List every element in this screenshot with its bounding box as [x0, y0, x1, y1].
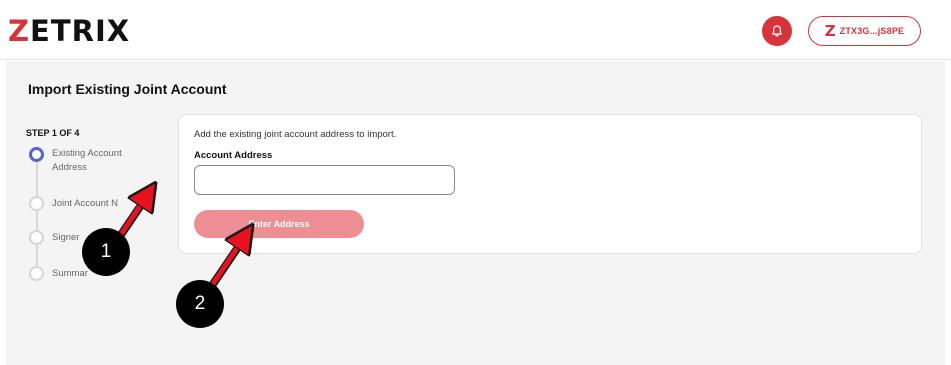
step-label-existing-account-address: Existing Account Address — [52, 148, 122, 173]
account-address-input[interactable] — [194, 165, 455, 195]
account-address-label: Account Address — [194, 150, 273, 161]
stepper-connector-line — [36, 162, 38, 274]
bell-icon — [772, 25, 782, 37]
step-label-signers: Signer — [52, 232, 80, 243]
wallet-address-button[interactable]: Z ZTX3G...jS8PE — [808, 16, 921, 46]
zetrix-logo[interactable]: ZETRIX — [8, 14, 130, 48]
step-indicator-4 — [29, 266, 44, 281]
step-indicator-2 — [29, 196, 44, 211]
form-description: Add the existing joint account address t… — [194, 129, 397, 140]
top-header: ZETRIX Z ZTX3G...jS8PE — [0, 0, 951, 60]
annotation-badge-1: 1 — [82, 228, 130, 276]
step-counter: STEP 1 OF 4 — [26, 128, 80, 138]
page-title: Import Existing Joint Account — [28, 81, 227, 97]
step-indicator-1 — [29, 147, 44, 162]
annotation-badge-2: 2 — [176, 280, 224, 328]
notification-button[interactable] — [762, 16, 792, 46]
step-label-summary: Summar — [52, 268, 88, 279]
step-label-joint-account-name: Joint Account N — [52, 198, 119, 209]
enter-address-button[interactable]: Enter Address — [194, 210, 364, 238]
zetrix-z-icon: Z — [824, 22, 836, 40]
wallet-address-text: ZTX3G...jS8PE — [839, 26, 905, 36]
step-indicator-3 — [29, 230, 44, 245]
